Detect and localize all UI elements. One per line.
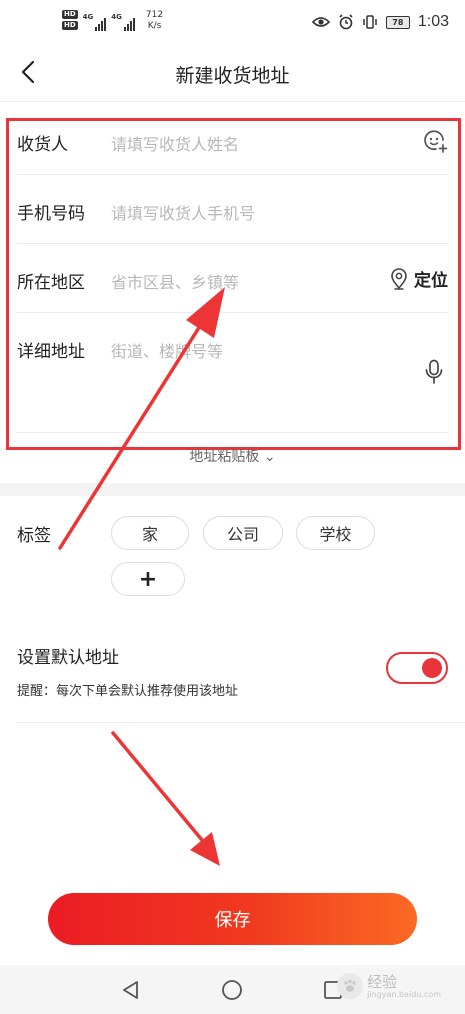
section-separator (0, 483, 465, 496)
default-address-hint: 提醒：每次下单会默认推荐使用该地址 (17, 684, 239, 699)
region-row: 所在地区 省市区县、乡镇等 定位 (17, 244, 448, 313)
hd-indicators: HD HD (62, 10, 78, 30)
toggle-knob (422, 658, 442, 678)
signal-icon: 4G (83, 13, 107, 31)
eye-icon (311, 17, 330, 27)
vibrate-icon (363, 15, 377, 29)
detail-label: 详细地址 (17, 342, 85, 362)
detail-input[interactable]: 街道、楼牌号等 (111, 338, 223, 362)
chevron-down-icon: ⌄ (263, 449, 276, 465)
battery-icon: 78 (385, 15, 410, 29)
tags-label: 标签 (17, 526, 51, 546)
receiver-label: 收货人 (17, 135, 68, 155)
back-triangle-icon[interactable] (120, 979, 142, 1001)
paste-board-label: 地址粘贴板 (189, 449, 260, 465)
microphone-icon[interactable] (424, 359, 444, 385)
header: 新建收货地址 (0, 44, 465, 102)
tag-company[interactable]: 公司 (203, 516, 283, 550)
default-address-title: 设置默认地址 (17, 648, 119, 668)
contact-book-icon[interactable] (422, 128, 448, 154)
page-title: 新建收货地址 (175, 65, 290, 87)
default-address-toggle[interactable] (386, 652, 448, 684)
save-button[interactable]: 保存 (48, 893, 417, 945)
network-type: 4G (82, 13, 94, 21)
address-form: 收货人 请填写收货人姓名 手机号码 请填写收货人手机号 所在地区 省市区县、乡镇… (0, 106, 465, 433)
paw-logo-icon (337, 973, 364, 999)
network-type: 4G (111, 13, 122, 21)
status-bar-left: HD HD 4G 4G 712 K/s (62, 10, 163, 32)
phone-row: 手机号码 请填写收货人手机号 (17, 175, 448, 244)
signal-icon: 4G (111, 13, 135, 31)
locate-button[interactable]: 定位 (390, 266, 448, 291)
receiver-input[interactable]: 请填写收货人姓名 (111, 131, 239, 155)
region-input[interactable]: 省市区县、乡镇等 (111, 269, 239, 293)
locate-label: 定位 (414, 271, 448, 291)
status-bar: HD HD 4G 4G 712 K/s 78 1:03 (0, 0, 465, 44)
phone-input[interactable]: 请填写收货人手机号 (111, 200, 255, 224)
alarm-icon (339, 14, 353, 30)
network-speed-unit: K/s (147, 21, 162, 31)
watermark-text: 经验 jingyan.baidu.com (367, 974, 441, 999)
receiver-row: 收货人 请填写收货人姓名 (17, 106, 448, 175)
home-circle-icon[interactable] (221, 979, 243, 1001)
divider (17, 722, 465, 723)
region-label: 所在地区 (17, 273, 85, 293)
paste-board-toggle[interactable]: 地址粘贴板 ⌄ (0, 446, 465, 466)
network-speed-value: 712 (145, 10, 164, 20)
hd-badge: HD (62, 10, 78, 19)
navigation-bar: 经验 jingyan.baidu.com (0, 965, 465, 1014)
hd-badge: HD (62, 21, 78, 30)
tag-school[interactable]: 学校 (296, 516, 375, 550)
network-speed: 712 K/s (146, 10, 163, 32)
tag-home[interactable]: 家 (111, 516, 189, 550)
watermark: 经验 jingyan.baidu.com (337, 973, 441, 999)
status-bar-right: 78 1:03 (311, 13, 449, 31)
watermark-title: 经验 (367, 972, 398, 991)
phone-label: 手机号码 (17, 204, 85, 224)
arrow-down-icon (111, 731, 220, 866)
location-pin-icon (391, 267, 407, 290)
watermark-url: jingyan.baidu.com (367, 989, 441, 999)
detail-address-row: 详细地址 街道、楼牌号等 (17, 313, 448, 433)
clock: 1:03 (417, 13, 449, 30)
add-tag-button[interactable]: + (111, 562, 185, 596)
